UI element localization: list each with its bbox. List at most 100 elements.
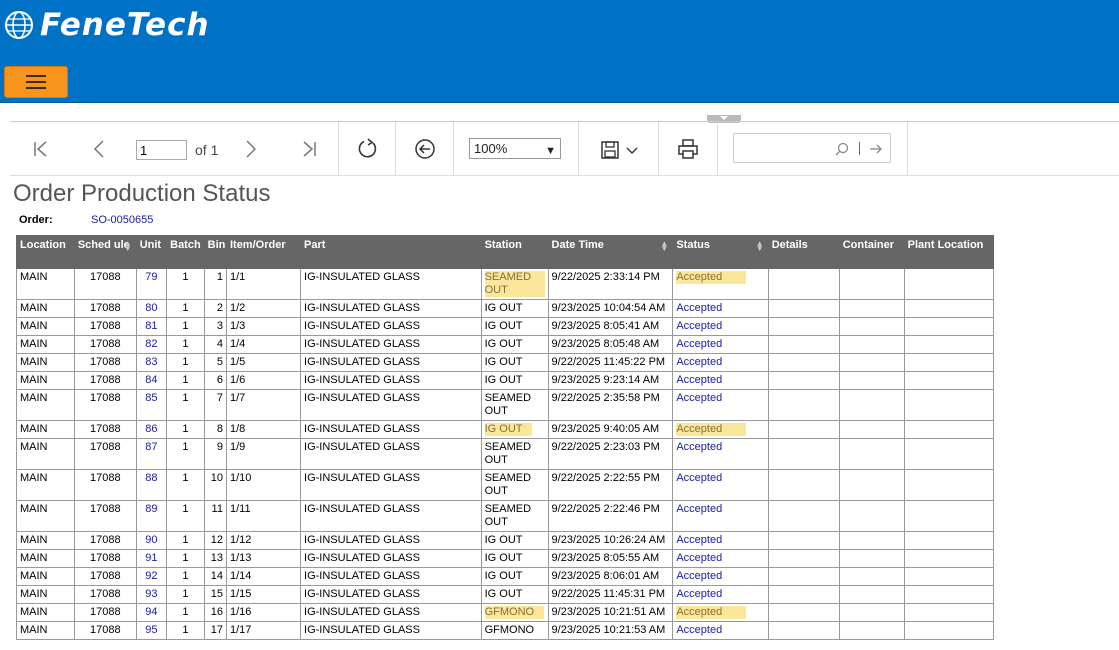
cell-unit-link[interactable]: 90	[135, 531, 168, 550]
print-icon[interactable]	[677, 139, 699, 159]
cell-status-text[interactable]: Accepted	[676, 624, 722, 636]
cell-station: SEAMED OUT	[480, 500, 549, 532]
cell-status-text[interactable]: Accepted	[676, 302, 722, 314]
cell-status-text[interactable]: Accepted	[676, 588, 722, 600]
cell-unit-link-text[interactable]: 86	[145, 423, 157, 435]
cell-status-text[interactable]: Accepted	[676, 356, 722, 368]
cell-unit-link-text[interactable]: 87	[145, 441, 157, 453]
cell-status-text[interactable]: Accepted	[676, 570, 722, 582]
cell-unit-link-text[interactable]: 94	[145, 606, 157, 618]
sort-icon[interactable]: ▲ ▼	[660, 240, 668, 253]
cell-status-text[interactable]: Accepted	[676, 552, 722, 564]
cell-status[interactable]: Accepted	[672, 353, 769, 372]
cell-unit-link-text[interactable]: 90	[145, 534, 157, 546]
cell-status-text[interactable]: Accepted	[676, 320, 722, 332]
cell-status[interactable]: Accepted	[672, 549, 769, 568]
column-header-date-time[interactable]: Date Time ▲ ▼	[547, 235, 674, 269]
cell-unit-link-text[interactable]: 79	[145, 271, 157, 283]
search-icon[interactable]	[835, 142, 849, 156]
cell-status-text[interactable]: Accepted	[676, 441, 722, 453]
cell-unit-link[interactable]: 94	[135, 603, 168, 622]
last-page-icon[interactable]	[300, 140, 318, 158]
cell-status[interactable]: Accepted	[672, 621, 769, 640]
column-header-schedule[interactable]: Sched ule ▲ ▼	[73, 235, 137, 269]
cell-unit-link-text[interactable]: 85	[145, 392, 157, 404]
cell-unit-link[interactable]: 80	[135, 299, 168, 318]
cell-unit-link[interactable]: 84	[135, 371, 168, 390]
cell-status[interactable]: Accepted	[672, 438, 769, 470]
cell-status[interactable]: Accepted	[672, 371, 769, 390]
cell-unit-link-text[interactable]: 81	[145, 320, 157, 332]
table-row: MAIN 17088 84 1 6 1/6 IG-INSULATED GLASS IG OUT…	[16, 371, 995, 390]
cell-unit-link[interactable]: 92	[135, 567, 168, 586]
cell-status[interactable]: Accepted	[672, 531, 769, 550]
cell-status-text[interactable]: Accepted	[676, 534, 722, 546]
cell-unit-link[interactable]: 87	[135, 438, 168, 470]
cell-bin-text: 15	[210, 588, 223, 600]
chevron-down-icon[interactable]	[626, 147, 638, 155]
cell-unit-link-text[interactable]: 95	[145, 624, 157, 636]
cell-unit-link-text[interactable]: 84	[145, 374, 157, 386]
cell-item-order-text: 1/3	[229, 320, 246, 332]
cell-unit-link-text[interactable]: 92	[145, 570, 157, 582]
save-icon[interactable]	[600, 140, 620, 160]
cell-schedule-text: 17088	[89, 472, 121, 484]
cell-unit-link-text[interactable]: 82	[145, 338, 157, 350]
zoom-select[interactable]: 100% ▼	[469, 138, 561, 159]
cell-status[interactable]: Accepted	[672, 317, 769, 336]
cell-status-text[interactable]: Accepted	[676, 472, 722, 484]
cell-status[interactable]: Accepted	[672, 268, 769, 300]
cell-status[interactable]: Accepted	[672, 567, 769, 586]
cell-unit-link-text[interactable]: 93	[145, 588, 157, 600]
cell-unit-link[interactable]: 89	[135, 500, 168, 532]
previous-page-icon[interactable]	[92, 139, 106, 159]
cell-unit-link[interactable]: 88	[135, 469, 168, 501]
sort-icon[interactable]: ▲ ▼	[756, 240, 764, 253]
cell-unit-link-text[interactable]: 80	[145, 302, 157, 314]
cell-unit-link[interactable]: 91	[135, 549, 168, 568]
cell-unit-link[interactable]: 93	[135, 585, 168, 604]
cell-unit-link[interactable]: 82	[135, 335, 168, 354]
cell-schedule-text: 17088	[89, 588, 121, 600]
search-input[interactable]	[733, 133, 891, 163]
cell-unit-link[interactable]: 79	[135, 268, 168, 300]
cell-status[interactable]: Accepted	[672, 335, 769, 354]
first-page-icon[interactable]	[32, 140, 50, 158]
order-number-link[interactable]: SO-0050655	[91, 214, 153, 226]
cell-status-text[interactable]: Accepted	[676, 503, 722, 515]
cell-unit-link[interactable]: 81	[135, 317, 168, 336]
fenetech-logo: FeneTech	[4, 10, 210, 41]
page-number-input[interactable]	[136, 140, 187, 160]
cell-unit-link-text[interactable]: 88	[145, 472, 157, 484]
cell-status[interactable]: Accepted	[672, 389, 769, 421]
back-icon[interactable]	[414, 138, 436, 160]
hamburger-menu-button[interactable]	[4, 66, 68, 98]
cell-unit-link-text[interactable]: 83	[145, 356, 157, 368]
arrow-right-icon[interactable]	[869, 143, 883, 155]
cell-status-text[interactable]: Accepted	[676, 606, 747, 619]
refresh-icon[interactable]	[356, 138, 378, 160]
cell-status-text[interactable]: Accepted	[676, 338, 722, 350]
cell-status[interactable]: Accepted	[672, 585, 769, 604]
cell-batch: 1	[166, 469, 205, 501]
cell-part: IG-INSULATED GLASS	[300, 299, 482, 318]
cell-status-text[interactable]: Accepted	[676, 271, 747, 284]
cell-unit-link[interactable]: 95	[135, 621, 168, 640]
cell-status-text[interactable]: Accepted	[676, 374, 722, 386]
next-page-icon[interactable]	[244, 139, 258, 159]
cell-status[interactable]: Accepted	[672, 469, 769, 501]
cell-status-text[interactable]: Accepted	[676, 423, 747, 436]
cell-status[interactable]: Accepted	[672, 420, 769, 439]
column-header-status[interactable]: Status ▲ ▼	[672, 235, 769, 269]
cell-unit-link[interactable]: 83	[135, 353, 168, 372]
cell-status[interactable]: Accepted	[672, 603, 769, 622]
cell-unit-link-text[interactable]: 91	[145, 552, 157, 564]
cell-unit-link-text[interactable]: 89	[145, 503, 157, 515]
cell-unit-link[interactable]: 85	[135, 389, 168, 421]
cell-unit-link[interactable]: 86	[135, 420, 168, 439]
cell-location-text: MAIN	[20, 588, 48, 600]
sort-icon[interactable]: ▲ ▼	[124, 240, 132, 253]
cell-status-text[interactable]: Accepted	[676, 392, 722, 404]
cell-status[interactable]: Accepted	[672, 299, 769, 318]
cell-status[interactable]: Accepted	[672, 500, 769, 532]
